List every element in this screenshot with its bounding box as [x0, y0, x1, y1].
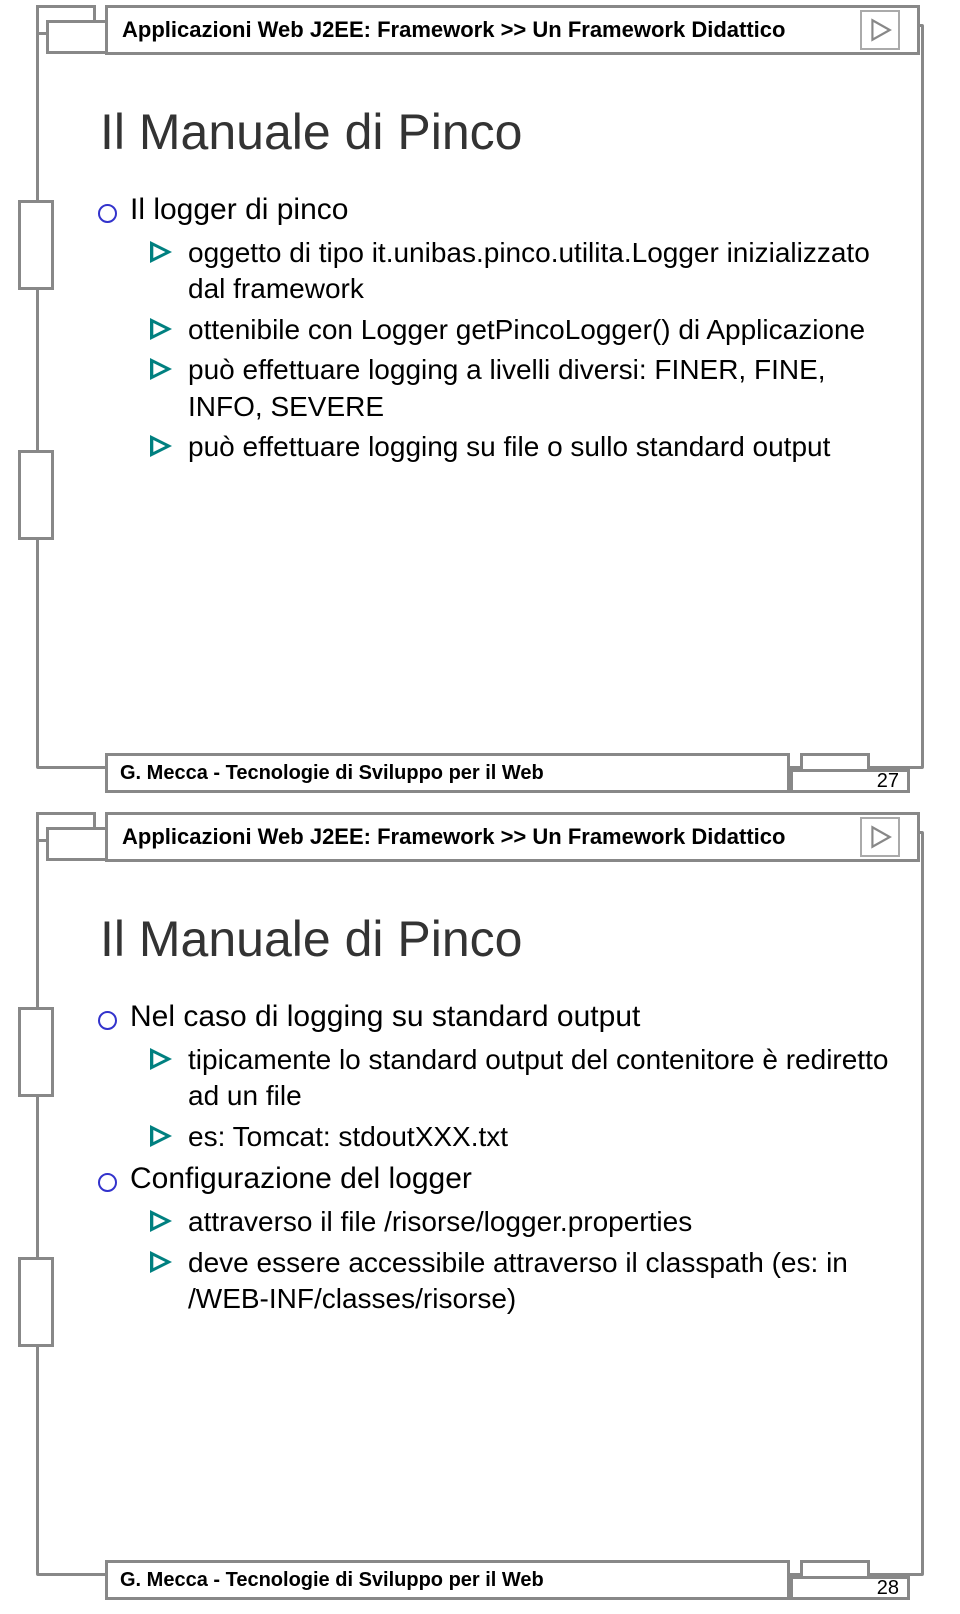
slide-title: Il Manuale di Pinco: [100, 910, 522, 968]
bullet-main: Il logger di pinco: [88, 190, 905, 229]
slide-title: Il Manuale di Pinco: [100, 103, 522, 161]
slide-content: Nel caso di logging su standard output t…: [88, 997, 905, 1321]
nav-icon[interactable]: [860, 817, 900, 857]
footer-text: G. Mecca - Tecnologie di Sviluppo per il…: [120, 1569, 544, 1592]
breadcrumb-text: Applicazioni Web J2EE: Framework >> Un F…: [122, 824, 785, 850]
page-number: 28: [877, 1577, 899, 1600]
bullet-sub: attraverso il file /risorse/logger.prope…: [88, 1204, 905, 1240]
page-number: 27: [877, 770, 899, 793]
play-icon: [867, 17, 893, 43]
bullet-sub: ottenibile con Logger getPincoLogger() d…: [88, 312, 905, 348]
decoration-tab: [18, 1257, 54, 1347]
bullet-sub: es: Tomcat: stdoutXXX.txt: [88, 1119, 905, 1155]
bullet-sub: deve essere accessibile attraverso il cl…: [88, 1245, 905, 1318]
bullet-sub: oggetto di tipo it.unibas.pinco.utilita.…: [88, 235, 905, 308]
bullet-sub: tipicamente lo standard output del conte…: [88, 1042, 905, 1115]
decoration-tab: [18, 1007, 54, 1097]
page-number-box: 28: [790, 1576, 910, 1600]
page-number-box: 27: [790, 769, 910, 793]
breadcrumb: Applicazioni Web J2EE: Framework >> Un F…: [105, 5, 920, 55]
decoration-tab: [18, 200, 54, 290]
decoration-tab: [18, 450, 54, 540]
bullet-main: Nel caso di logging su standard output: [88, 997, 905, 1036]
slide-28: Applicazioni Web J2EE: Framework >> Un F…: [0, 807, 960, 1614]
slide-content: Il logger di pinco oggetto di tipo it.un…: [88, 190, 905, 469]
footer: G. Mecca - Tecnologie di Sviluppo per il…: [105, 753, 790, 793]
breadcrumb: Applicazioni Web J2EE: Framework >> Un F…: [105, 812, 920, 862]
bullet-sub: può effettuare logging a livelli diversi…: [88, 352, 905, 425]
footer-text: G. Mecca - Tecnologie di Sviluppo per il…: [120, 762, 544, 785]
breadcrumb-text: Applicazioni Web J2EE: Framework >> Un F…: [122, 17, 785, 43]
nav-icon[interactable]: [860, 10, 900, 50]
bullet-main: Configurazione del logger: [88, 1159, 905, 1198]
footer: G. Mecca - Tecnologie di Sviluppo per il…: [105, 1560, 790, 1600]
play-icon: [867, 824, 893, 850]
bullet-sub: può effettuare logging su file o sullo s…: [88, 429, 905, 465]
slide-27: Applicazioni Web J2EE: Framework >> Un F…: [0, 0, 960, 807]
